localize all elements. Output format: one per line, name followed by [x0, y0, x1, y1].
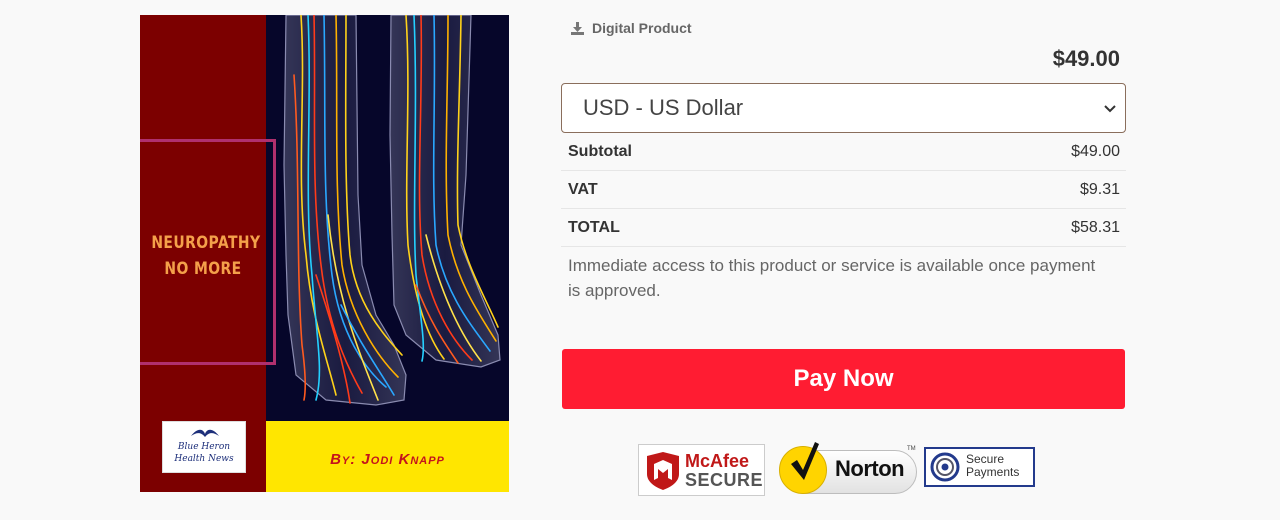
secure-payments-badge: Secure Payments — [924, 447, 1035, 487]
download-icon — [571, 21, 584, 35]
secure-text-line-2: Payments — [966, 465, 1020, 479]
cover-author: By: Jodi Knapp — [330, 451, 445, 468]
mcafee-secure-text: SECURE — [685, 470, 764, 490]
total-label: TOTAL — [568, 218, 620, 236]
total-value: $58.31 — [1071, 218, 1120, 236]
summary-row-vat: VAT $9.31 — [561, 171, 1126, 209]
summary-row-subtotal: Subtotal $49.00 — [561, 133, 1126, 171]
cover-title-line-1: NEUROPATHY — [151, 233, 261, 253]
mcafee-shield-icon — [647, 452, 679, 490]
mcafee-brand: McAfee — [685, 451, 750, 471]
feet-nerves-illustration — [283, 15, 501, 406]
pay-now-button[interactable]: Pay Now — [562, 349, 1125, 409]
publisher-name-line-1: Blue Heron — [177, 442, 231, 452]
heron-icon — [191, 429, 219, 437]
subtotal-label: Subtotal — [568, 142, 632, 160]
subtotal-value: $49.00 — [1071, 142, 1120, 160]
norton-trademark: TM — [907, 446, 916, 452]
cover-title: NEUROPATHY NO MORE — [151, 230, 261, 282]
vat-label: VAT — [568, 180, 598, 198]
product-type-text: Digital Product — [592, 20, 692, 36]
currency-selected-value: USD - US Dollar — [583, 95, 744, 120]
product-price: $49.00 — [1052, 46, 1120, 71]
chevron-down-icon — [1104, 105, 1116, 113]
secure-swirl-icon — [930, 452, 960, 482]
norton-text: Norton — [835, 456, 905, 481]
publisher-name-line-2: Health News — [174, 454, 234, 464]
secure-payments-text: Secure Payments — [966, 453, 1019, 479]
order-summary: Subtotal $49.00 VAT $9.31 TOTAL $58.31 — [561, 133, 1126, 247]
norton-check-icon — [791, 442, 819, 480]
access-note: Immediate access to this product or serv… — [568, 256, 1096, 300]
vat-value: $9.31 — [1079, 180, 1120, 198]
cover-author-band: By: Jodi Knapp — [266, 421, 509, 492]
summary-row-total: TOTAL $58.31 — [561, 209, 1126, 247]
norton-badge: Norton TM — [779, 442, 919, 496]
currency-select[interactable]: USD - US Dollar — [561, 83, 1126, 133]
mcafee-secure-badge: McAfee SECURE — [638, 444, 765, 496]
product-type-label: Digital Product — [570, 18, 692, 38]
product-cover-image: NEUROPATHY NO MORE By: Jodi Knapp Blue H… — [140, 15, 509, 492]
cover-title-line-2: NO MORE — [164, 259, 242, 279]
publisher-logo: Blue Heron Health News — [162, 421, 246, 473]
